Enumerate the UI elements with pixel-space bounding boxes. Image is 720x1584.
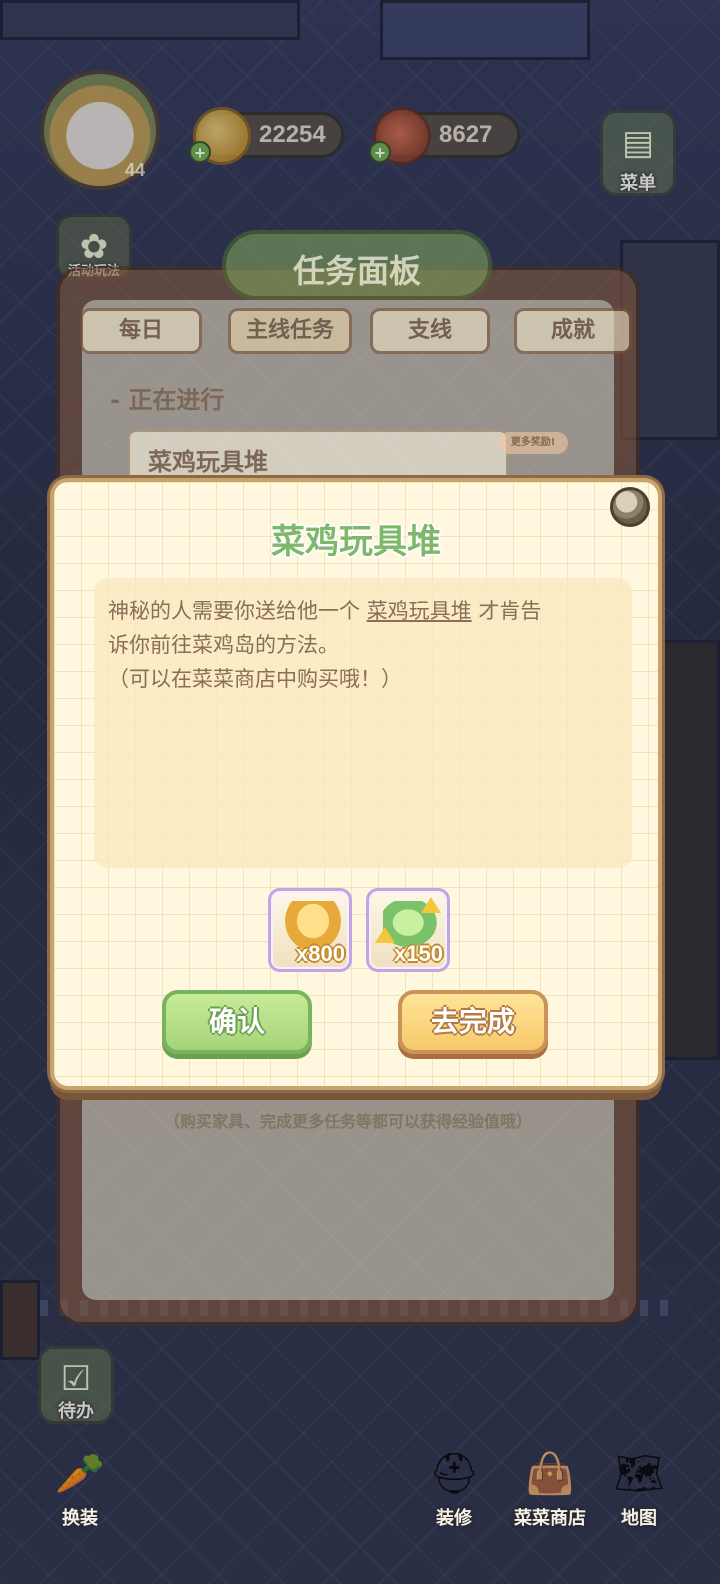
arrow-up-icon — [375, 927, 395, 943]
meat-value: 8627 — [439, 121, 493, 148]
reward-exp[interactable]: x150 — [366, 888, 450, 972]
menu-label: 菜单 — [620, 173, 656, 194]
shop-button[interactable]: 👜 菜菜商店 — [508, 1446, 592, 1530]
confirm-button[interactable]: 确认 — [162, 990, 312, 1054]
building — [0, 1280, 40, 1360]
task-description: 神秘的人需要你送给他一个 菜鸡玩具堆 才肯告 诉你前往菜鸡岛的方法。 （可以在菜… — [108, 594, 618, 696]
todo-button[interactable]: ☑ 待办 — [38, 1346, 114, 1424]
map-button[interactable]: 🗺 地图 — [602, 1446, 676, 1530]
reward-coins[interactable]: x800 — [268, 888, 352, 972]
add-coins-icon[interactable]: + — [189, 141, 211, 163]
shop-label: 菜菜商店 — [514, 1508, 586, 1529]
map-icon: 🗺 — [613, 1451, 665, 1497]
exp-hint-text: （购买家具、完成更多任务等都可以获得经验值哦） — [163, 1112, 532, 1131]
decorate-button[interactable]: ⛑ 装修 — [414, 1446, 494, 1530]
description-line: 神秘的人需要你送给他一个 菜鸡玩具堆 才肯告 — [108, 594, 618, 628]
dialog-title: 菜鸡玩具堆 — [271, 522, 441, 562]
decorate-label: 装修 — [436, 1508, 472, 1529]
player-level: 44 — [124, 160, 146, 180]
go-complete-button[interactable]: 去完成 — [398, 990, 548, 1054]
arrow-up-icon — [421, 897, 441, 913]
description-line: 诉你前往菜鸡岛的方法。 — [108, 633, 339, 657]
coins-counter[interactable]: + 22254 — [189, 107, 344, 165]
coins-value: 22254 — [259, 121, 326, 148]
checklist-icon: ☑ — [60, 1359, 92, 1399]
building — [0, 0, 300, 40]
clipboard-icon: ▤ — [621, 123, 655, 163]
description-text: 才肯告 — [471, 599, 542, 623]
radish-character-icon: 🥕 — [55, 1451, 105, 1497]
task-panel-title: 任务面板 — [292, 252, 421, 290]
reward-count: x800 — [296, 941, 345, 966]
tab-side-quest[interactable]: 支线 — [370, 308, 490, 354]
reward-count: x150 — [394, 941, 443, 966]
description-text: 神秘的人需要你送给他一个 — [108, 599, 367, 623]
tab-daily[interactable]: 每日 — [80, 308, 202, 354]
in-progress-heading: - 正在进行 — [110, 386, 225, 414]
menu-button[interactable]: ▤ 菜单 — [600, 110, 676, 196]
shopping-bag-icon: 👜 — [525, 1451, 575, 1497]
builder-chick-icon: ⛑ — [428, 1451, 480, 1497]
more-rewards-badge[interactable]: 更多奖励! — [498, 432, 568, 454]
tab-main-quest[interactable]: 主线任务 — [228, 308, 352, 354]
dressup-button[interactable]: 🥕 换装 — [40, 1446, 120, 1530]
add-meat-icon[interactable]: + — [369, 141, 391, 163]
todo-label: 待办 — [58, 1401, 94, 1422]
item-link[interactable]: 菜鸡玩具堆 — [367, 599, 472, 623]
building — [380, 0, 590, 60]
description-hint: （可以在菜菜商店中购买哦！） — [108, 667, 402, 691]
tab-achievements[interactable]: 成就 — [514, 308, 632, 354]
meat-counter[interactable]: + 8627 — [369, 107, 520, 165]
map-label: 地图 — [621, 1508, 657, 1529]
dressup-label: 换装 — [62, 1508, 98, 1529]
